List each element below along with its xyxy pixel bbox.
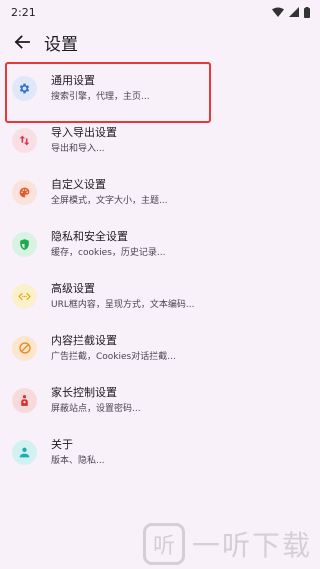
import-export-icon (19, 135, 30, 145)
import-export-icon-circle (12, 127, 37, 153)
app-bar: 设置 (0, 24, 320, 60)
family-icon-circle (12, 387, 37, 413)
settings-item-subtitle: URL框内容，呈现方式，文本编码... (51, 299, 195, 310)
block-icon (18, 342, 31, 354)
block-icon-circle (12, 335, 37, 361)
settings-screen: 2:21 设置 通用设置 搜索引擎，代理，主页... 导入导出设置 导出和导入.… (0, 0, 320, 569)
settings-item-about[interactable]: 关于 版本、隐私... (0, 426, 320, 478)
settings-item-title: 自定义设置 (51, 177, 106, 191)
info-person-icon (19, 447, 30, 457)
gear-icon (19, 83, 30, 93)
wifi-icon (272, 7, 284, 17)
settings-item-subtitle: 全屏模式，文字大小，主题... (51, 195, 168, 206)
palette-icon (19, 187, 30, 197)
code-icon-circle (12, 283, 37, 309)
gear-icon-circle (12, 75, 37, 101)
settings-item-customize[interactable]: 自定义设置 全屏模式，文字大小，主题... (0, 166, 320, 218)
settings-item-text: 关于 版本、隐私... (51, 438, 105, 467)
settings-item-text: 高级设置 URL框内容，呈现方式，文本编码... (51, 282, 194, 311)
settings-item-privacy-security[interactable]: 隐私和安全设置 缓存，cookies，历史记录... (0, 218, 320, 270)
watermark-logo: 听 (142, 523, 185, 565)
settings-item-subtitle: 屏蔽站点，设置密码... (51, 403, 141, 414)
watermark: 听 一听下载 (142, 523, 312, 565)
settings-item-text: 家长控制设置 屏蔽站点，设置密码... (51, 386, 141, 415)
settings-item-general[interactable]: 通用设置 搜索引擎，代理，主页... (0, 62, 320, 123)
shield-icon-circle (12, 231, 37, 257)
settings-item-content-blocking[interactable]: 内容拦截设置 广告拦截，Cookies对话拦截... (0, 322, 320, 374)
settings-item-advanced[interactable]: 高级设置 URL框内容，呈现方式，文本编码... (0, 270, 320, 322)
family-icon (21, 394, 28, 406)
status-bar: 2:21 (0, 0, 320, 24)
settings-item-title: 通用设置 (51, 73, 95, 87)
settings-item-subtitle: 搜索引擎，代理，主页... (51, 91, 150, 102)
status-icons (272, 6, 310, 18)
settings-item-text: 导入导出设置 导出和导入... (51, 126, 117, 155)
info-person-icon-circle (12, 439, 37, 465)
signal-icon (289, 7, 299, 17)
settings-item-title: 高级设置 (51, 281, 95, 295)
back-arrow-icon[interactable] (12, 32, 32, 52)
settings-list: 通用设置 搜索引擎，代理，主页... 导入导出设置 导出和导入... 自定义设置… (0, 62, 320, 478)
settings-item-text: 内容拦截设置 广告拦截，Cookies对话拦截... (51, 334, 176, 363)
settings-item-subtitle: 广告拦截，Cookies对话拦截... (51, 351, 176, 362)
page-title: 设置 (44, 34, 78, 55)
settings-item-title: 导入导出设置 (51, 125, 117, 139)
settings-item-parental-control[interactable]: 家长控制设置 屏蔽站点，设置密码... (0, 374, 320, 426)
settings-item-text: 通用设置 搜索引擎，代理，主页... (51, 74, 150, 103)
settings-item-title: 家长控制设置 (51, 385, 117, 399)
settings-item-subtitle: 导出和导入... (51, 143, 105, 154)
watermark-text: 一听下载 (191, 529, 312, 562)
palette-icon-circle (12, 179, 37, 205)
settings-item-subtitle: 缓存，cookies，历史记录... (51, 247, 166, 258)
settings-item-text: 隐私和安全设置 缓存，cookies，历史记录... (51, 230, 165, 259)
battery-icon (304, 6, 310, 18)
settings-item-title: 关于 (51, 437, 73, 451)
settings-item-title: 隐私和安全设置 (51, 229, 128, 243)
settings-item-title: 内容拦截设置 (51, 333, 117, 347)
settings-item-import-export[interactable]: 导入导出设置 导出和导入... (0, 114, 320, 166)
status-time: 2:21 (11, 5, 36, 19)
settings-item-subtitle: 版本、隐私... (51, 455, 105, 466)
code-icon (18, 292, 31, 300)
shield-icon (20, 238, 29, 250)
settings-item-text: 自定义设置 全屏模式，文字大小，主题... (51, 178, 168, 207)
